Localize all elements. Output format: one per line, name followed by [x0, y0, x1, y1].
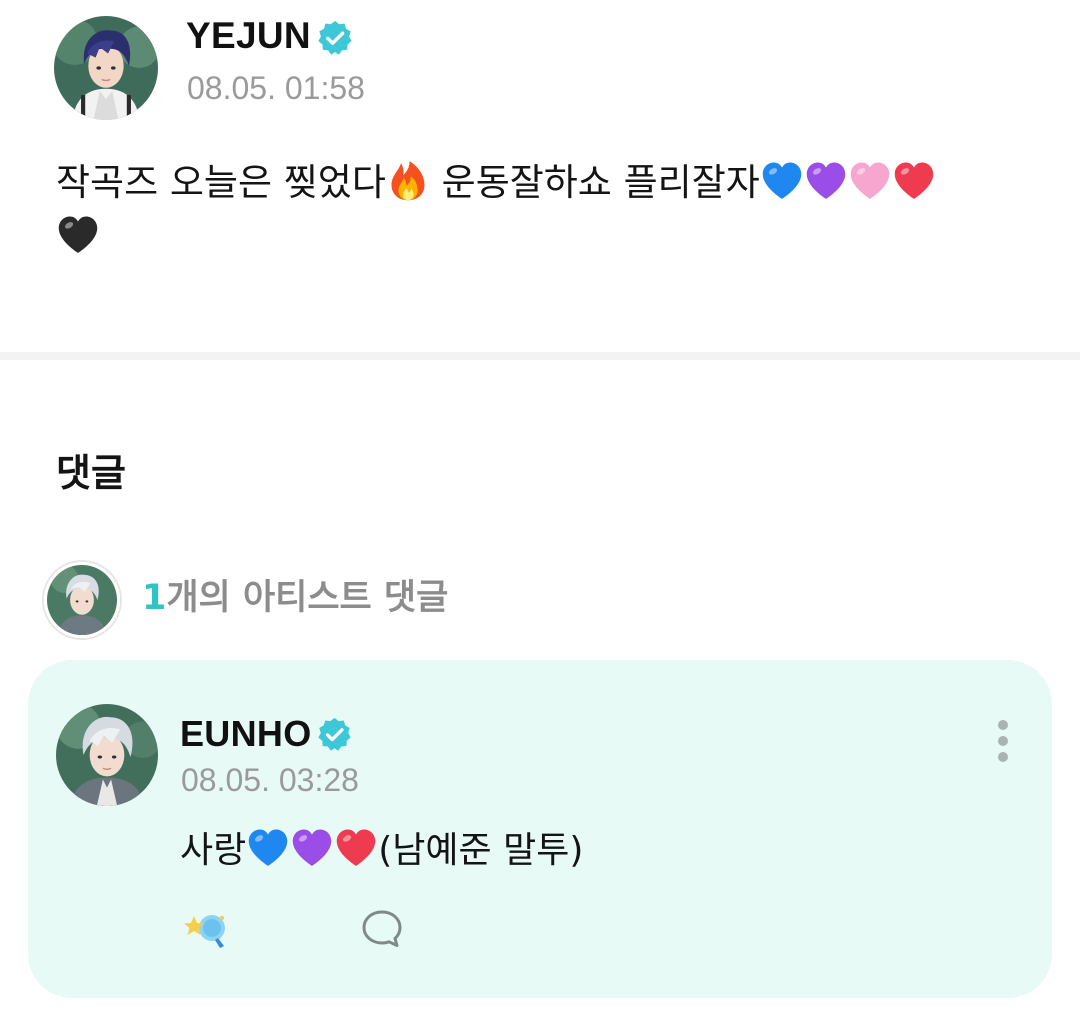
eunho-avatar[interactable]	[56, 704, 158, 806]
post-body-text-1: 작곡즈 오늘은 찢었다	[56, 161, 386, 204]
comment-body-prefix: 사랑	[180, 830, 247, 871]
artist-comment-card: EUNHO 08.05. 03:28 사랑 (남예준 말투)	[28, 660, 1052, 998]
artist-comment-count: 1	[142, 578, 167, 618]
reply-button[interactable]	[358, 906, 406, 952]
black-heart-emoji	[56, 213, 100, 257]
purple-heart-emoji	[804, 159, 848, 203]
post-body: 작곡즈 오늘은 찢었다 운동잘하쇼 플리잘자	[56, 156, 1016, 264]
artist-comment-summary[interactable]: 1개의 아티스트 댓글	[44, 562, 744, 638]
artist-comment-label: 개의 아티스트 댓글	[166, 578, 449, 618]
blue-heart-emoji	[246, 826, 290, 870]
verified-badge-icon	[316, 716, 353, 753]
more-options-button[interactable]	[988, 716, 1018, 766]
reply-bubble-icon	[362, 910, 402, 947]
comment-timestamp: 08.05. 03:28	[181, 762, 359, 798]
post: YEJUN 08.05. 01:58 작곡즈 오늘은 찢었다 운동잘하쇼 플리잘…	[0, 0, 1080, 352]
post-author-name[interactable]: YEJUN	[186, 14, 311, 58]
comment-body-suffix: (남예준 말투)	[378, 830, 584, 871]
comment-author-name[interactable]: EUNHO	[180, 712, 312, 756]
red-heart-emoji	[892, 159, 936, 203]
post-timestamp: 08.05. 01:58	[187, 70, 365, 106]
artist-comment-count-label: 1개의 아티스트 댓글	[142, 576, 448, 620]
fire-emoji	[386, 159, 430, 203]
section-divider	[0, 352, 1080, 360]
yejun-avatar[interactable]	[54, 16, 158, 120]
reaction-icon	[184, 915, 225, 948]
verified-badge-icon	[316, 19, 354, 57]
comment-body: 사랑 (남예준 말투)	[180, 826, 583, 876]
reaction-button[interactable]	[178, 906, 234, 952]
red-heart-emoji	[334, 826, 378, 870]
more-vertical-icon	[998, 720, 1008, 730]
comments-section-title: 댓글	[56, 451, 126, 495]
post-body-text-2: 운동잘하쇼 플리잘자	[429, 161, 760, 204]
eunho-mini-avatar	[44, 562, 120, 638]
purple-heart-emoji	[290, 826, 334, 870]
blue-heart-emoji	[760, 159, 804, 203]
pink-heart-emoji	[848, 159, 892, 203]
